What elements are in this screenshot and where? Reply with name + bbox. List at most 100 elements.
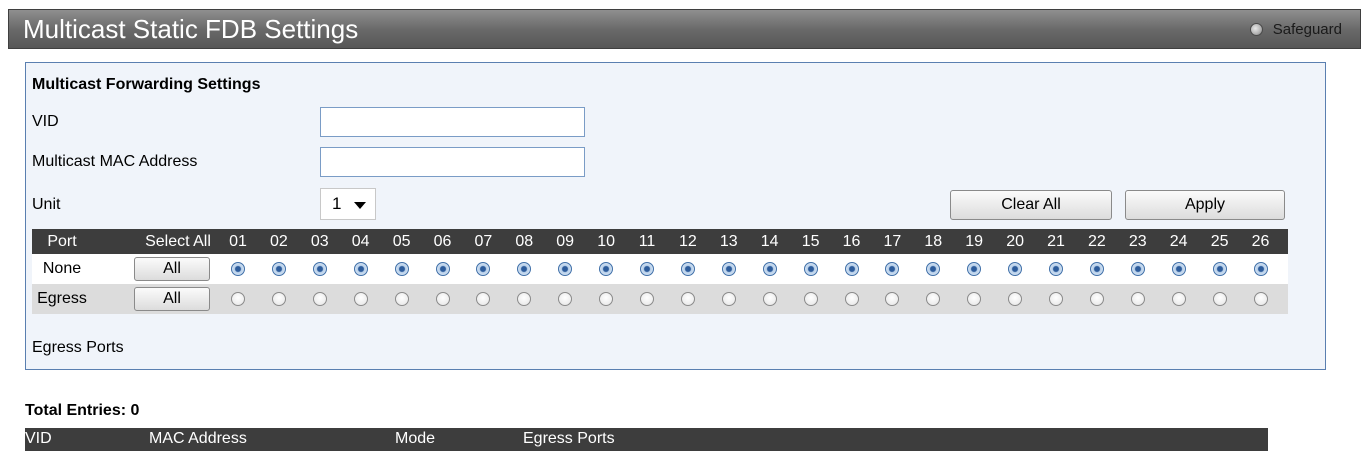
port-header-20: 20 <box>1006 232 1024 250</box>
port-radio-none-02[interactable] <box>271 262 286 276</box>
port-radio-egress-03[interactable] <box>312 292 327 306</box>
mac-address-input[interactable] <box>320 147 585 177</box>
select-all-none-button[interactable]: All <box>134 257 210 281</box>
select-all-egress-button[interactable]: All <box>134 287 210 311</box>
port-header-04: 04 <box>351 232 370 250</box>
port-radio-egress-20[interactable] <box>1008 292 1023 306</box>
port-header-06: 06 <box>433 232 452 250</box>
port-header-08: 08 <box>515 232 534 250</box>
port-radio-none-26[interactable] <box>1253 262 1268 276</box>
port-radio-egress-21[interactable] <box>1049 292 1063 306</box>
port-radio-egress-14[interactable] <box>762 292 777 306</box>
port-radio-egress-09[interactable] <box>558 292 573 306</box>
mac-address-label: Multicast MAC Address <box>32 153 198 170</box>
port-radio-none-23[interactable] <box>1130 262 1145 276</box>
safeguard-label: Safeguard <box>1272 21 1342 38</box>
port-radio-egress-02[interactable] <box>271 292 286 306</box>
port-radio-egress-22[interactable] <box>1089 292 1104 306</box>
egress-ports-label: Egress Ports <box>32 339 124 356</box>
port-radio-egress-12[interactable] <box>680 292 695 306</box>
port-header-18: 18 <box>924 232 943 250</box>
port-radio-egress-01[interactable] <box>231 292 245 306</box>
port-radio-none-25[interactable] <box>1212 262 1227 276</box>
port-header-11: 11 <box>638 232 656 250</box>
unit-select[interactable]: 1 <box>320 188 376 220</box>
port-header-16: 16 <box>842 232 861 250</box>
port-header-09: 09 <box>556 232 575 250</box>
port-header-14: 14 <box>760 232 779 250</box>
port-header-01: 01 <box>229 232 247 250</box>
port-radio-none-20[interactable] <box>1008 262 1023 276</box>
results-table-header: VID MAC Address Mode Egress Ports <box>25 428 1268 451</box>
port-radio-none-19[interactable] <box>967 262 982 276</box>
port-radio-none-13[interactable] <box>721 262 736 276</box>
port-header-26: 26 <box>1251 232 1270 250</box>
col-mode: Mode <box>395 430 436 447</box>
port-radio-egress-26[interactable] <box>1253 292 1268 306</box>
port-table-header: Port Select All 01 02 03 04 05 06 07 08 09 10 11 12… <box>32 229 1288 254</box>
header-select-all: Select All <box>145 232 211 250</box>
port-radio-none-18[interactable] <box>926 262 941 276</box>
port-radio-none-07[interactable] <box>476 262 491 276</box>
vid-label: VID <box>32 113 59 130</box>
col-egress-ports: Egress Ports <box>523 430 615 447</box>
unit-label: Unit <box>32 196 61 213</box>
port-radio-egress-17[interactable] <box>885 292 900 306</box>
clear-all-button[interactable]: Clear All <box>950 190 1112 220</box>
apply-button[interactable]: Apply <box>1125 190 1285 220</box>
port-header-21: 21 <box>1047 232 1065 250</box>
total-entries: Total Entries: 0 <box>25 402 140 419</box>
port-radio-none-24[interactable] <box>1171 262 1186 276</box>
port-header-03: 03 <box>310 232 329 250</box>
port-header-13: 13 <box>719 232 738 250</box>
port-radio-none-17[interactable] <box>885 262 900 276</box>
port-radio-none-10[interactable] <box>599 262 614 276</box>
port-radio-none-21[interactable] <box>1049 262 1063 276</box>
port-radio-egress-25[interactable] <box>1212 292 1227 306</box>
port-radio-none-22[interactable] <box>1089 262 1104 276</box>
port-radio-egress-06[interactable] <box>435 292 450 306</box>
port-header-07: 07 <box>474 232 493 250</box>
port-radio-none-14[interactable] <box>762 262 777 276</box>
port-header-02: 02 <box>269 232 288 250</box>
port-radio-none-03[interactable] <box>312 262 327 276</box>
port-radio-egress-07[interactable] <box>476 292 491 306</box>
section-title: Multicast Forwarding Settings <box>32 76 261 93</box>
vid-input[interactable] <box>320 107 585 137</box>
port-header-17: 17 <box>883 232 902 250</box>
port-radio-none-16[interactable] <box>844 262 859 276</box>
port-radio-none-05[interactable] <box>394 262 409 276</box>
port-header-15: 15 <box>801 232 820 250</box>
port-radio-egress-10[interactable] <box>599 292 614 306</box>
col-mac-address: MAC Address <box>149 430 247 447</box>
port-radio-egress-08[interactable] <box>517 292 532 306</box>
port-row-none: None All <box>32 254 1288 284</box>
port-radio-egress-05[interactable] <box>394 292 409 306</box>
port-header-12: 12 <box>678 232 697 250</box>
safeguard-indicator[interactable]: Safeguard <box>1249 21 1342 38</box>
port-radio-egress-24[interactable] <box>1171 292 1186 306</box>
port-header-23: 23 <box>1128 232 1147 250</box>
port-radio-egress-23[interactable] <box>1130 292 1145 306</box>
port-radio-none-04[interactable] <box>353 262 368 276</box>
port-radio-egress-04[interactable] <box>353 292 368 306</box>
port-header-24: 24 <box>1169 232 1188 250</box>
port-radio-none-09[interactable] <box>558 262 573 276</box>
port-row-egress: Egress All <box>32 284 1288 314</box>
port-radio-egress-19[interactable] <box>967 292 982 306</box>
port-radio-egress-15[interactable] <box>803 292 818 306</box>
chevron-down-icon <box>354 202 366 209</box>
port-radio-none-01[interactable] <box>231 262 245 276</box>
port-radio-egress-16[interactable] <box>844 292 859 306</box>
port-radio-none-08[interactable] <box>517 262 532 276</box>
port-radio-none-12[interactable] <box>680 262 695 276</box>
port-header-19: 19 <box>965 232 984 250</box>
port-radio-none-11[interactable] <box>640 262 654 276</box>
port-radio-none-06[interactable] <box>435 262 450 276</box>
port-radio-egress-11[interactable] <box>640 292 654 306</box>
port-radio-egress-13[interactable] <box>721 292 736 306</box>
port-radio-egress-18[interactable] <box>926 292 941 306</box>
port-radio-none-15[interactable] <box>803 262 818 276</box>
port-header-10: 10 <box>597 232 615 250</box>
col-vid: VID <box>25 430 52 447</box>
